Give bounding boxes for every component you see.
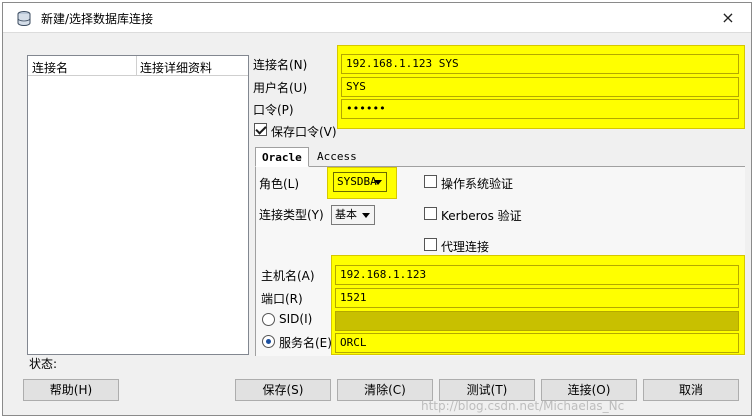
chevron-down-icon: [374, 180, 382, 185]
database-icon: [17, 11, 31, 27]
password-field[interactable]: ••••••: [341, 99, 739, 119]
sid-label: SID(I): [279, 312, 313, 326]
sid-radio[interactable]: [262, 313, 275, 326]
service-name-field[interactable]: ORCL: [335, 333, 739, 353]
conn-type-dropdown[interactable]: 基本: [331, 205, 375, 225]
title-bar: 新建/选择数据库连接 ×: [3, 3, 751, 33]
kerberos-checkbox[interactable]: [424, 207, 437, 220]
status-label: 状态:: [29, 357, 58, 371]
help-button[interactable]: 帮助(H): [23, 379, 119, 401]
chevron-down-icon: [362, 213, 370, 218]
host-field[interactable]: 192.168.1.123: [335, 265, 739, 285]
watermark: http://blog.csdn.net/Michaelas_Nc: [421, 399, 625, 413]
sid-field[interactable]: [335, 311, 739, 331]
os-auth-label: 操作系统验证: [441, 177, 514, 191]
username-field[interactable]: SYS: [341, 77, 739, 97]
close-button[interactable]: ×: [717, 7, 739, 29]
role-label: 角色(L): [259, 177, 300, 191]
test-button[interactable]: 测试(T): [439, 379, 535, 401]
table-header: 连接名 连接详细资料: [28, 56, 248, 76]
password-label: 口令(P): [253, 103, 294, 117]
cancel-button[interactable]: 取消: [643, 379, 739, 401]
close-icon: ×: [721, 8, 735, 27]
column-header-name[interactable]: 连接名: [32, 59, 68, 76]
connection-dialog: 新建/选择数据库连接 × 连接名 连接详细资料 连接名(N) 192.168.1…: [2, 2, 752, 416]
tab-oracle[interactable]: Oracle: [255, 147, 309, 167]
conn-type-value: 基本: [335, 208, 357, 221]
window-title: 新建/选择数据库连接: [41, 12, 154, 26]
conn-type-label: 连接类型(Y): [259, 208, 324, 222]
column-header-details[interactable]: 连接详细资料: [140, 59, 212, 76]
service-name-label: 服务名(E): [279, 336, 332, 350]
proxy-checkbox[interactable]: [424, 238, 437, 251]
os-auth-checkbox[interactable]: [424, 175, 437, 188]
port-label: 端口(R): [261, 292, 303, 306]
save-button[interactable]: 保存(S): [235, 379, 331, 401]
conn-name-label: 连接名(N): [253, 58, 308, 72]
proxy-label: 代理连接: [441, 240, 490, 254]
column-divider[interactable]: [136, 56, 137, 76]
clear-button[interactable]: 清除(C): [337, 379, 433, 401]
host-label: 主机名(A): [261, 269, 315, 283]
connect-button[interactable]: 连接(O): [541, 379, 637, 401]
save-password-checkbox[interactable]: [254, 123, 267, 136]
kerberos-label: Kerberos 验证: [441, 209, 522, 223]
port-field[interactable]: 1521: [335, 288, 739, 308]
service-name-radio[interactable]: [262, 335, 275, 348]
role-value: SYSDBA: [337, 175, 377, 188]
tab-access[interactable]: Access: [311, 147, 363, 167]
role-dropdown[interactable]: SYSDBA: [333, 172, 387, 192]
connections-table[interactable]: 连接名 连接详细资料: [27, 55, 249, 355]
conn-name-field[interactable]: 192.168.1.123 SYS: [341, 54, 739, 74]
username-label: 用户名(U): [253, 81, 308, 95]
save-password-label: 保存口令(V): [271, 125, 337, 139]
